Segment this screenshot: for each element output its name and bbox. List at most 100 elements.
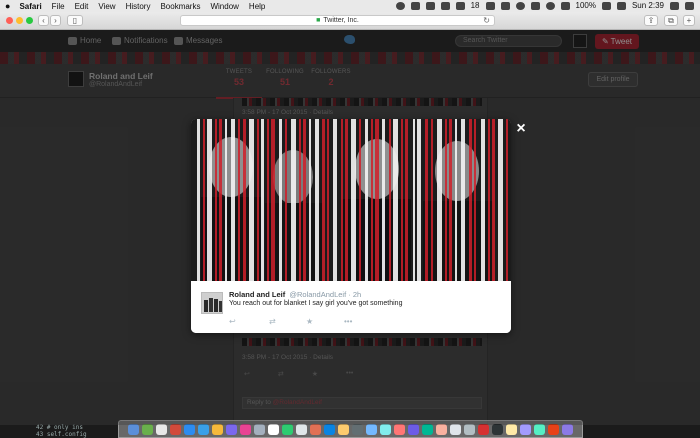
tabs-icon[interactable]: ⧉ (664, 15, 678, 26)
wifi-icon[interactable] (545, 1, 555, 10)
menu-bookmarks[interactable]: Bookmarks (160, 2, 200, 11)
dock-app-icon[interactable] (170, 423, 181, 435)
more-icon[interactable]: ••• (344, 318, 352, 326)
menu-app-name[interactable]: Safari (19, 2, 41, 11)
barcode-stripe (327, 119, 329, 281)
menu-help[interactable]: Help (249, 2, 265, 11)
volume-icon[interactable] (560, 1, 570, 10)
tweet-author-handle[interactable]: @RolandAndLeif · 2h (289, 290, 361, 299)
favorite-icon[interactable]: ★ (306, 318, 313, 326)
zoom-window-button[interactable] (26, 17, 33, 24)
barcode-stripe (371, 119, 373, 281)
dock-app-icon[interactable] (156, 423, 167, 435)
barcode-stripe (506, 119, 508, 281)
shield-icon[interactable] (425, 1, 435, 10)
dock-app-icon[interactable] (268, 423, 279, 435)
tweet-author-avatar[interactable] (201, 292, 223, 314)
band-photo (191, 119, 511, 281)
dock-app-icon[interactable] (492, 423, 503, 435)
retweet-icon[interactable]: ⇄ (269, 318, 276, 326)
dock-app-icon[interactable] (422, 423, 433, 435)
share-icon[interactable]: ⇪ (644, 15, 658, 26)
dock-app-icon[interactable] (296, 423, 307, 435)
address-bar[interactable]: ■ Twitter, Inc. ↻ (180, 15, 495, 26)
tweet-author-name[interactable]: Roland and Leif (229, 290, 285, 299)
dock-app-icon[interactable] (506, 423, 517, 435)
dock-app-icon[interactable] (464, 423, 475, 435)
address-text: Twitter, Inc. (323, 17, 359, 24)
reload-icon[interactable]: ↻ (483, 16, 490, 25)
barcode-stripe (474, 119, 476, 281)
eye-icon[interactable] (500, 1, 510, 10)
dock-app-icon[interactable] (198, 423, 209, 435)
reply-icon[interactable]: ↩ (229, 318, 236, 326)
flag-icon[interactable] (616, 1, 626, 10)
dropbox-icon[interactable] (410, 1, 420, 10)
dock-app-icon[interactable] (408, 423, 419, 435)
back-button[interactable]: ‹ (38, 15, 49, 26)
dock-app-icon[interactable] (366, 423, 377, 435)
dock-app-icon[interactable] (142, 423, 153, 435)
battery-level[interactable]: 100% (576, 1, 596, 10)
tweet-card: Roland and Leif @RolandAndLeif · 2h You … (191, 281, 511, 333)
barcode-stripe (315, 119, 319, 281)
menu-window[interactable]: Window (210, 2, 238, 11)
dock-app-icon[interactable] (240, 423, 251, 435)
clock-icon[interactable] (515, 1, 525, 10)
dock-app-icon[interactable] (394, 423, 405, 435)
tweet-text: You reach out for blanket I say girl you… (229, 300, 403, 307)
dock-app-icon[interactable] (436, 423, 447, 435)
menu-edit[interactable]: Edit (75, 2, 89, 11)
dock-app-icon[interactable] (324, 423, 335, 435)
dock-app-icon[interactable] (380, 423, 391, 435)
forward-button[interactable]: › (50, 15, 61, 26)
dock-app-icon[interactable] (310, 423, 321, 435)
close-window-button[interactable] (6, 17, 13, 24)
barcode-stripe (322, 119, 325, 281)
menu-file[interactable]: File (52, 2, 65, 11)
close-lightbox-button[interactable]: × (514, 121, 528, 137)
dock-app-icon[interactable] (562, 423, 573, 435)
n-app-icon[interactable] (440, 1, 450, 10)
dock-app-icon[interactable] (520, 423, 531, 435)
barcode-stripe (309, 119, 311, 281)
dock-app-icon[interactable] (338, 423, 349, 435)
dock-app-icon[interactable] (184, 423, 195, 435)
list-icon[interactable] (685, 1, 694, 10)
barcode-stripe (299, 119, 301, 281)
search-icon[interactable] (670, 1, 679, 10)
dock-app-icon[interactable] (534, 423, 545, 435)
dock-app-icon[interactable] (352, 423, 363, 435)
dock-app-icon[interactable] (212, 423, 223, 435)
apple-menu-icon[interactable]: ● (5, 1, 10, 11)
clock[interactable]: Sun 2:39 (632, 1, 664, 10)
barcode-stripe (207, 119, 212, 281)
battery-icon[interactable] (601, 1, 611, 10)
barcode-stripe (469, 119, 472, 281)
menu-bar: ● Safari File Edit View History Bookmark… (0, 0, 700, 12)
menu-history[interactable]: History (126, 2, 151, 11)
minimize-window-button[interactable] (16, 17, 23, 24)
barcode-stripe (425, 119, 428, 281)
sidebar-icon[interactable]: ▯ (67, 15, 83, 26)
barcode-stripe (455, 119, 457, 281)
barcode-stripe (405, 119, 408, 281)
dock-app-icon[interactable] (548, 423, 559, 435)
dock-app-icon[interactable] (450, 423, 461, 435)
dock-app-icon[interactable] (226, 423, 237, 435)
dock-app-icon[interactable] (254, 423, 265, 435)
barcode-stripe (461, 119, 465, 281)
bluetooth-icon[interactable] (530, 1, 540, 10)
photo-icon[interactable] (485, 1, 495, 10)
dock-app-icon[interactable] (478, 423, 489, 435)
browser-toolbar: ‹ › ▯ ■ Twitter, Inc. ↻ ⇪ ⧉ + (0, 12, 700, 30)
barcode-stripe (333, 119, 337, 281)
barcode-stripe (238, 119, 240, 281)
dock-app-icon[interactable] (282, 423, 293, 435)
tweet-photo[interactable] (191, 119, 511, 281)
status-circle-icon[interactable] (395, 1, 405, 10)
new-tab-button[interactable]: + (683, 15, 695, 26)
menu-view[interactable]: View (98, 2, 115, 11)
dock-app-icon[interactable] (128, 423, 139, 435)
m-app-icon[interactable] (455, 1, 465, 10)
